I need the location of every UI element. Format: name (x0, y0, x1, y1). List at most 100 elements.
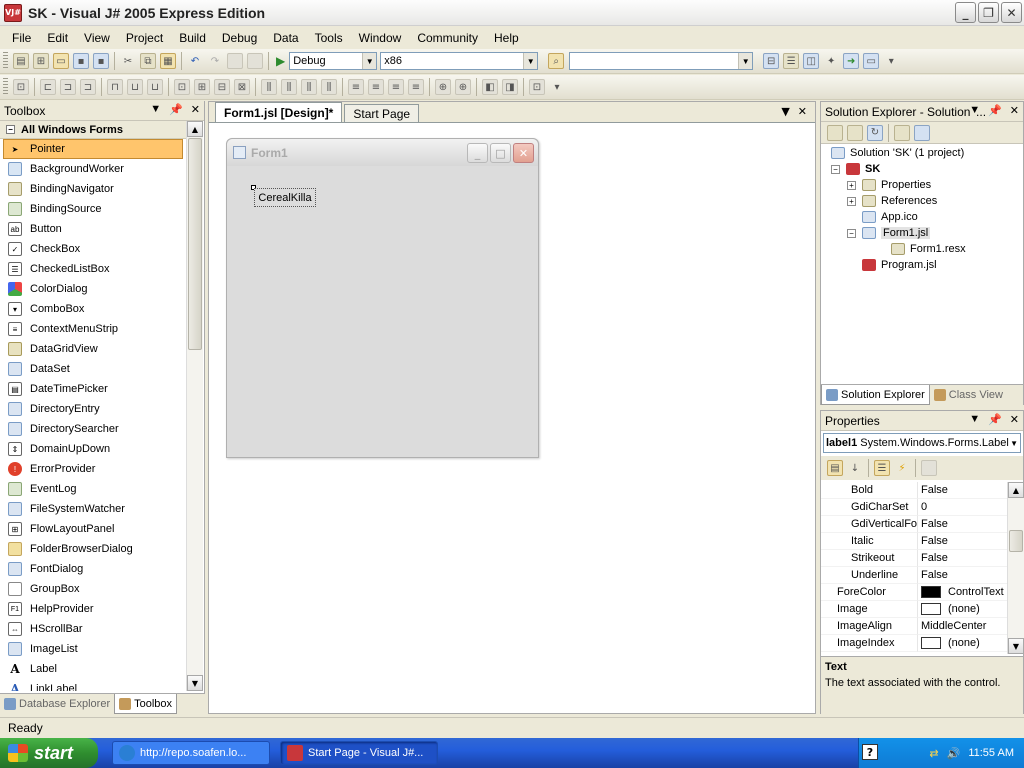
scroll-thumb[interactable] (1009, 530, 1023, 552)
toolbox-item[interactable]: F1 HelpProvider (0, 599, 186, 619)
toolbox-item[interactable]: FolderBrowserDialog (0, 539, 186, 559)
categorized-icon[interactable]: ▤ (827, 460, 843, 476)
restore-icon[interactable]: ❐ (978, 2, 999, 23)
tab-solution-explorer[interactable]: Solution Explorer (821, 385, 930, 405)
toolbox-item[interactable]: ✓ CheckBox (0, 239, 186, 259)
menu-data[interactable]: Data (265, 31, 306, 45)
property-value[interactable]: (none) (918, 601, 1007, 618)
lock-controls-icon[interactable]: ⊡ (529, 79, 545, 95)
toolbox-item[interactable]: A LinkLabel (0, 679, 186, 691)
pin-icon[interactable]: 📌 (169, 103, 183, 116)
toolbox-item[interactable]: ≡ ContextMenuStrip (0, 319, 186, 339)
pin-icon[interactable]: 📌 (988, 413, 1002, 426)
view-code-icon[interactable] (894, 124, 910, 141)
property-row[interactable]: ImageIndex (none) (821, 635, 1007, 652)
tree-item-project[interactable]: − SK (821, 161, 1023, 177)
tab-start-page[interactable]: Start Page (344, 104, 420, 122)
menu-view[interactable]: View (76, 31, 118, 45)
pin-icon[interactable]: 📌 (988, 104, 1002, 117)
property-row[interactable]: ForeColor ControlText (821, 584, 1007, 601)
tree-item-properties[interactable]: + Properties (821, 177, 1023, 193)
toolbox-item[interactable]: DirectorySearcher (0, 419, 186, 439)
label1-control[interactable]: CerealKilla (254, 188, 316, 207)
tab-class-view[interactable]: Class View (930, 385, 1007, 405)
toolbox-item[interactable]: ▾ ComboBox (0, 299, 186, 319)
toolbar-grip[interactable] (3, 78, 8, 96)
view-designer-icon[interactable] (914, 124, 930, 141)
property-value[interactable]: False (918, 550, 1007, 567)
property-grid-scrollbar[interactable]: ▲ ▼ (1007, 482, 1024, 654)
cut-icon[interactable]: ✂ (120, 53, 136, 69)
property-pages-icon[interactable] (921, 460, 937, 476)
property-value[interactable]: False (918, 516, 1007, 533)
start-debugging-icon[interactable]: ▶ (276, 54, 285, 68)
toolbox-item[interactable]: GroupBox (0, 579, 186, 599)
vertical-spacing-equal-icon[interactable]: ≡ (348, 79, 364, 95)
chevron-down-icon[interactable]: ▼ (1010, 439, 1018, 448)
property-row[interactable]: GdiCharSet 0 (821, 499, 1007, 516)
add-item-icon[interactable]: ⊞ (33, 53, 49, 69)
redo-icon[interactable]: ↷ (207, 53, 223, 69)
menu-community[interactable]: Community (409, 31, 486, 45)
scroll-up-icon[interactable]: ▲ (1008, 482, 1024, 498)
tab-database-explorer[interactable]: Database Explorer (0, 694, 114, 714)
toolbox-item[interactable]: ☰ CheckedListBox (0, 259, 186, 279)
property-value[interactable]: ControlText (918, 584, 1007, 601)
toolbox-item[interactable]: EventLog (0, 479, 186, 499)
tree-item-solution[interactable]: Solution 'SK' (1 project) (821, 145, 1023, 161)
property-value[interactable]: False (918, 482, 1007, 499)
toolbox-item[interactable]: FileSystemWatcher (0, 499, 186, 519)
toolbox-item[interactable]: FontDialog (0, 559, 186, 579)
menu-build[interactable]: Build (171, 31, 214, 45)
toolbox-icon[interactable]: ✦ (823, 53, 839, 69)
tab-form1-design[interactable]: Form1.jsl [Design]* (215, 102, 343, 122)
toolbox-item[interactable]: DataGridView (0, 339, 186, 359)
object-selector[interactable]: label1 System.Windows.Forms.Label ▼ (823, 433, 1021, 453)
toolbar-grip[interactable] (3, 52, 8, 70)
decrease-vertical-spacing-icon[interactable]: ≡ (388, 79, 404, 95)
send-to-back-icon[interactable]: ◨ (502, 79, 518, 95)
close-icon[interactable]: ✕ (1001, 2, 1022, 23)
solution-explorer-icon[interactable]: ⊟ (763, 53, 780, 69)
toolbox-item[interactable]: ⇕ DomainUpDown (0, 439, 186, 459)
toolbar-options-icon[interactable]: ▾ (549, 79, 565, 95)
close-icon[interactable]: ✕ (798, 105, 807, 118)
make-same-width-icon[interactable]: ⊡ (174, 79, 190, 95)
property-row[interactable]: Underline False (821, 567, 1007, 584)
make-same-size-icon[interactable]: ⊠ (234, 79, 250, 95)
toolbox-item-pointer[interactable]: ➤ Pointer (3, 139, 183, 159)
menu-file[interactable]: File (4, 31, 39, 45)
chevron-down-icon[interactable]: ▼ (738, 53, 753, 69)
chevron-down-icon[interactable]: ▼ (362, 53, 377, 69)
align-rights-icon[interactable]: ⊐ (80, 79, 96, 95)
app-icon[interactable]: VJ# (4, 3, 22, 22)
open-file-icon[interactable]: ▭ (53, 53, 69, 69)
size-to-grid-icon[interactable]: ⊞ (194, 79, 210, 95)
chevron-down-icon[interactable]: ▼ (969, 413, 980, 426)
decrease-horizontal-spacing-icon[interactable]: ⫼ (301, 79, 317, 95)
toolbox-item[interactable]: ImageList (0, 639, 186, 659)
toolbox-item[interactable]: ⊞ FlowLayoutPanel (0, 519, 186, 539)
start-page-icon[interactable]: ➜ (843, 53, 860, 69)
menu-tools[interactable]: Tools (307, 31, 351, 45)
property-row[interactable]: ImageAlign MiddleCenter (821, 618, 1007, 635)
platform-select[interactable]: x86 ▼ (380, 52, 539, 70)
align-centers-icon[interactable]: ⊐ (60, 79, 76, 95)
taskbar-item-visual-j[interactable]: Start Page - Visual J#... (280, 741, 438, 765)
close-icon[interactable]: ✕ (1010, 104, 1019, 117)
new-project-icon[interactable]: ▤ (13, 53, 29, 69)
property-row[interactable]: Italic False (821, 533, 1007, 550)
property-value[interactable]: (none) (918, 635, 1007, 652)
tree-item-program-jsl[interactable]: Program.jsl (821, 257, 1023, 273)
tree-item-form1-resx[interactable]: Form1.resx (821, 241, 1023, 257)
align-bottoms-icon[interactable]: ⊔ (147, 79, 163, 95)
toolbox-item[interactable]: BackgroundWorker (0, 159, 186, 179)
expand-icon[interactable]: + (847, 180, 856, 190)
collapse-icon[interactable]: − (847, 228, 856, 238)
tree-item-form1-jsl[interactable]: − Form1.jsl (821, 225, 1023, 241)
toolbox-item[interactable]: ! ErrorProvider (0, 459, 186, 479)
scroll-down-icon[interactable]: ▼ (187, 675, 203, 691)
collapse-icon[interactable]: − (6, 125, 15, 134)
toolbar-options-icon[interactable]: ▾ (883, 53, 899, 69)
menu-window[interactable]: Window (351, 31, 410, 45)
